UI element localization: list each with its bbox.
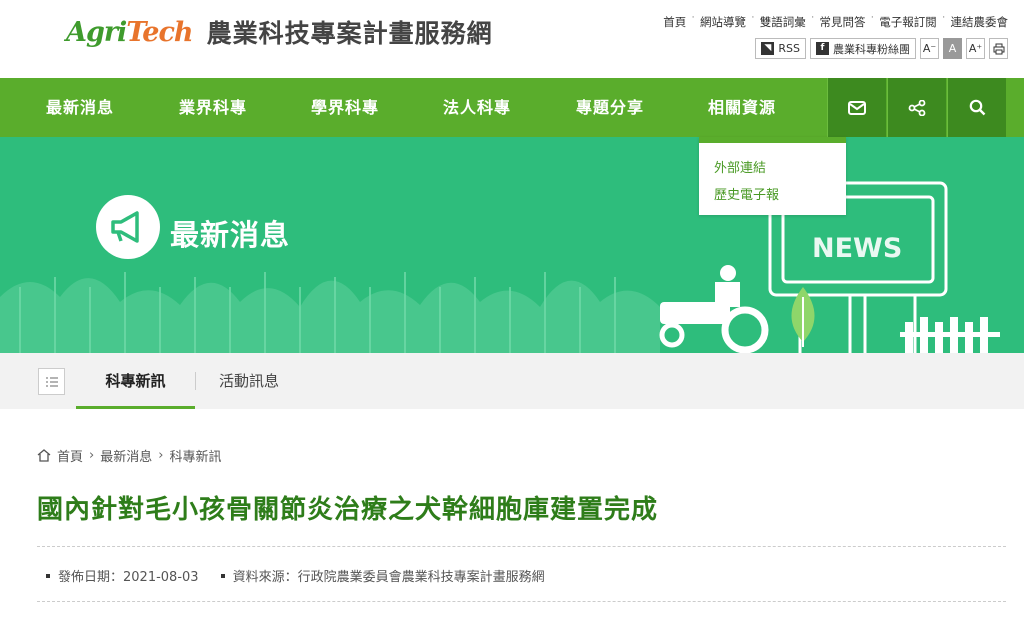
- svg-text:NEWS: NEWS: [812, 233, 902, 264]
- nav-industry[interactable]: 業界科專: [179, 78, 247, 137]
- nav-resources[interactable]: 相關資源: [708, 78, 776, 137]
- article-title: 國內針對毛小孩骨關節炎治療之犬幹細胞庫建置完成: [37, 495, 659, 525]
- header: AgriTech 農業科技專案計畫服務網 首頁 ˙ 網站導覽 ˙ 雙語詞彙 ˙ 常見問…: [0, 0, 1024, 78]
- tool-bar: ◥ RSS f 農業科專粉絲團 A⁻ A A⁺: [755, 38, 1008, 59]
- font-small-button[interactable]: A⁻: [920, 38, 939, 59]
- breadcrumb-current: 科專新訊: [169, 450, 222, 465]
- top-link-newsletter[interactable]: 電子報訂閱: [879, 14, 937, 30]
- main-nav: 最新消息 業界科專 學界科專 法人科專 專題分享 相關資源: [0, 78, 1024, 137]
- font-large-button[interactable]: A⁺: [966, 38, 985, 59]
- nav-topics[interactable]: 專題分享: [576, 78, 644, 137]
- list-icon: [45, 376, 58, 387]
- source: 資料來源：行政院農業委員會農業科技專案計畫服務網: [220, 566, 545, 585]
- tab-divider: [195, 372, 196, 390]
- dropdown-item-external-links[interactable]: 外部連結: [699, 155, 846, 182]
- article-meta: 發佈日期：2021-08-03 資料來源：行政院農業委員會農業科技專案計畫服務網: [46, 566, 545, 585]
- breadcrumb-latest-news[interactable]: 最新消息: [100, 446, 152, 465]
- facebook-button[interactable]: f 農業科專粉絲團: [810, 38, 916, 59]
- top-link-sitemap[interactable]: 網站導覽: [700, 14, 746, 30]
- search-button[interactable]: [947, 78, 1006, 137]
- breadcrumb: 首頁 › 最新消息 › 科專新訊: [37, 446, 221, 465]
- print-button[interactable]: [989, 38, 1008, 59]
- home-icon: [37, 449, 51, 462]
- rss-icon: ◥: [761, 42, 775, 55]
- submenu-toggle-button[interactable]: [38, 368, 65, 395]
- site-title: 農業科技專案計畫服務網: [206, 19, 493, 48]
- nav-academic[interactable]: 學界科專: [311, 78, 379, 137]
- rss-button[interactable]: ◥ RSS: [755, 38, 806, 59]
- mail-button[interactable]: [827, 78, 886, 137]
- share-icon: [908, 99, 926, 116]
- search-icon: [969, 99, 985, 116]
- nav-latest-news[interactable]: 最新消息: [46, 78, 114, 137]
- banner-title: 最新消息: [170, 218, 291, 252]
- tab-events[interactable]: 活動訊息: [219, 353, 279, 409]
- mail-icon: [848, 100, 866, 115]
- chevron-right-icon: ›: [158, 448, 164, 463]
- tab-tech-news[interactable]: 科專新訊: [76, 353, 195, 409]
- chevron-right-icon: ›: [89, 448, 95, 463]
- site-logo[interactable]: AgriTech 農業科技專案計畫服務網: [66, 14, 493, 50]
- resources-dropdown: 外部連結 歷史電子報: [699, 137, 846, 215]
- utility-links: 首頁 ˙ 網站導覽 ˙ 雙語詞彙 ˙ 常見問答 ˙ 電子報訂閱 ˙ 連結農委會: [663, 14, 1009, 30]
- nav-institute[interactable]: 法人科專: [443, 78, 511, 137]
- share-button[interactable]: [887, 78, 946, 137]
- divider: [37, 546, 1006, 547]
- font-medium-button[interactable]: A: [943, 38, 962, 59]
- agritech-logo: AgriTech: [66, 16, 194, 48]
- top-link-home[interactable]: 首頁: [663, 14, 686, 30]
- top-link-coa[interactable]: 連結農委會: [951, 14, 1009, 30]
- print-icon: [993, 43, 1004, 54]
- divider: [37, 601, 1006, 602]
- facebook-icon: f: [816, 42, 829, 55]
- megaphone-icon: [96, 195, 160, 259]
- publish-date: 發佈日期：2021-08-03: [46, 566, 199, 585]
- top-link-faq[interactable]: 常見問答: [820, 14, 866, 30]
- dropdown-item-newsletter-archive[interactable]: 歷史電子報: [699, 182, 846, 209]
- breadcrumb-home[interactable]: 首頁: [57, 446, 83, 465]
- top-link-glossary[interactable]: 雙語詞彙: [760, 14, 806, 30]
